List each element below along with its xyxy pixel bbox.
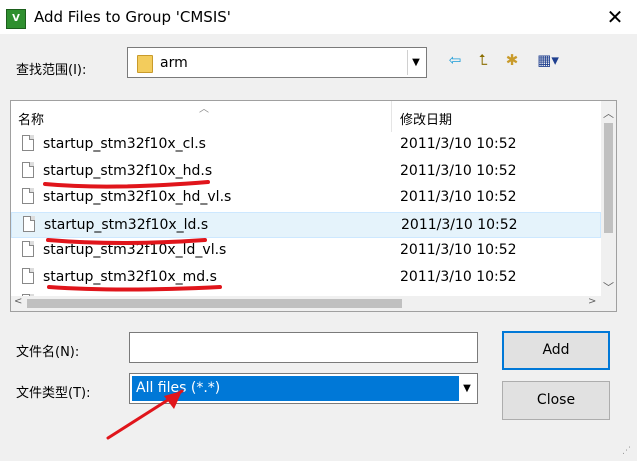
file-name: startup_stm32f10x_ld_vl.s	[43, 242, 227, 258]
filename-label: 文件名(N):	[16, 345, 80, 360]
file-icon	[22, 241, 34, 257]
column-header-date[interactable]: 修改日期	[400, 109, 452, 128]
view-menu-icon[interactable]: ▦▾	[530, 50, 566, 70]
list-header: ︿ 名称 修改日期	[11, 101, 601, 132]
up-folder-icon[interactable]: ⮤	[472, 50, 494, 70]
title-bar: V Add Files to Group 'CMSIS' ✕	[0, 0, 637, 34]
scroll-right-icon[interactable]: >	[588, 296, 596, 307]
lookin-label: 查找范围(I):	[16, 63, 87, 78]
column-header-name[interactable]: 名称	[18, 109, 44, 128]
file-date: 2011/3/10 10:52	[400, 242, 517, 258]
list-item[interactable]: startup_stm32f10x_cl.s 2011/3/10 10:52	[11, 132, 601, 158]
list-item[interactable]: startup_stm32f10x_ld_vl.s 2011/3/10 10:52	[11, 238, 601, 264]
file-name: startup_stm32f10x_md.s	[43, 268, 217, 285]
file-list[interactable]: ︿ 名称 修改日期 startup_stm32f10x_cl.s 2011/3/1…	[10, 100, 617, 312]
file-icon	[23, 215, 35, 232]
scroll-left-icon[interactable]: <	[14, 296, 22, 307]
file-name: startup_stm32f10x_hd.s	[43, 162, 213, 179]
column-divider[interactable]	[391, 101, 392, 132]
scrollbar-thumb[interactable]	[27, 299, 402, 308]
filetype-selected: All files (*.*)	[132, 376, 459, 401]
file-date: 2011/3/10 10:52	[400, 189, 517, 205]
file-date: 2011/3/10 10:52	[400, 268, 517, 285]
file-icon	[22, 267, 34, 284]
filetype-dropdown[interactable]: All files (*.*) ▼	[129, 373, 478, 404]
filetype-label: 文件类型(T):	[16, 386, 91, 401]
file-icon	[22, 188, 34, 204]
file-icon	[22, 135, 34, 151]
scrollbar-thumb[interactable]	[604, 123, 613, 233]
back-arrow-icon[interactable]: ⇦	[444, 50, 466, 70]
scroll-corner	[601, 296, 616, 311]
horizontal-scrollbar[interactable]: < >	[11, 296, 601, 311]
lookin-value: arm	[160, 55, 188, 71]
file-name: startup_stm32f10x_hd_vl.s	[43, 189, 232, 205]
list-item[interactable]: startup_stm32f10x_hd_vl.s 2011/3/10 10:52	[11, 185, 601, 211]
file-name: startup_stm32f10x_cl.s	[43, 136, 206, 152]
scroll-down-icon[interactable]: ﹀	[603, 279, 614, 295]
file-date: 2011/3/10 10:52	[400, 162, 517, 179]
filename-input[interactable]	[129, 332, 478, 363]
list-item[interactable]: startup_stm32f10x_md.s 2011/3/10 10:52	[11, 265, 601, 291]
keil-app-icon: V	[6, 9, 26, 29]
file-date: 2011/3/10 10:52	[400, 136, 517, 152]
window-title: Add Files to Group 'CMSIS'	[34, 8, 231, 26]
file-date: 2011/3/10 10:52	[401, 216, 518, 233]
folder-icon	[137, 55, 153, 73]
list-item[interactable]: startup_stm32f10x_ld.s 2011/3/10 10:52	[11, 211, 601, 238]
scroll-up-icon[interactable]: ︿	[603, 105, 614, 121]
list-item[interactable]: startup_stm32f10x_hd.s 2011/3/10 10:52	[11, 159, 601, 185]
file-icon	[22, 161, 34, 178]
lookin-dropdown[interactable]: arm ▼	[127, 47, 427, 78]
sort-ascending-icon: ︿	[199, 104, 209, 115]
resize-grip-icon[interactable]: ⋰	[622, 446, 631, 456]
file-name: startup_stm32f10x_ld.s	[44, 216, 209, 233]
close-icon[interactable]: ✕	[603, 5, 627, 29]
vertical-scrollbar[interactable]: ︿ ﹀	[601, 101, 616, 296]
filetype-value: All files (*.*)	[136, 380, 221, 396]
new-folder-icon[interactable]: ✱	[501, 50, 523, 70]
chevron-down-icon[interactable]: ▼	[407, 50, 424, 75]
add-button[interactable]: Add	[502, 331, 610, 370]
close-button[interactable]: Close	[502, 381, 610, 420]
chevron-down-icon[interactable]: ▼	[459, 376, 475, 401]
